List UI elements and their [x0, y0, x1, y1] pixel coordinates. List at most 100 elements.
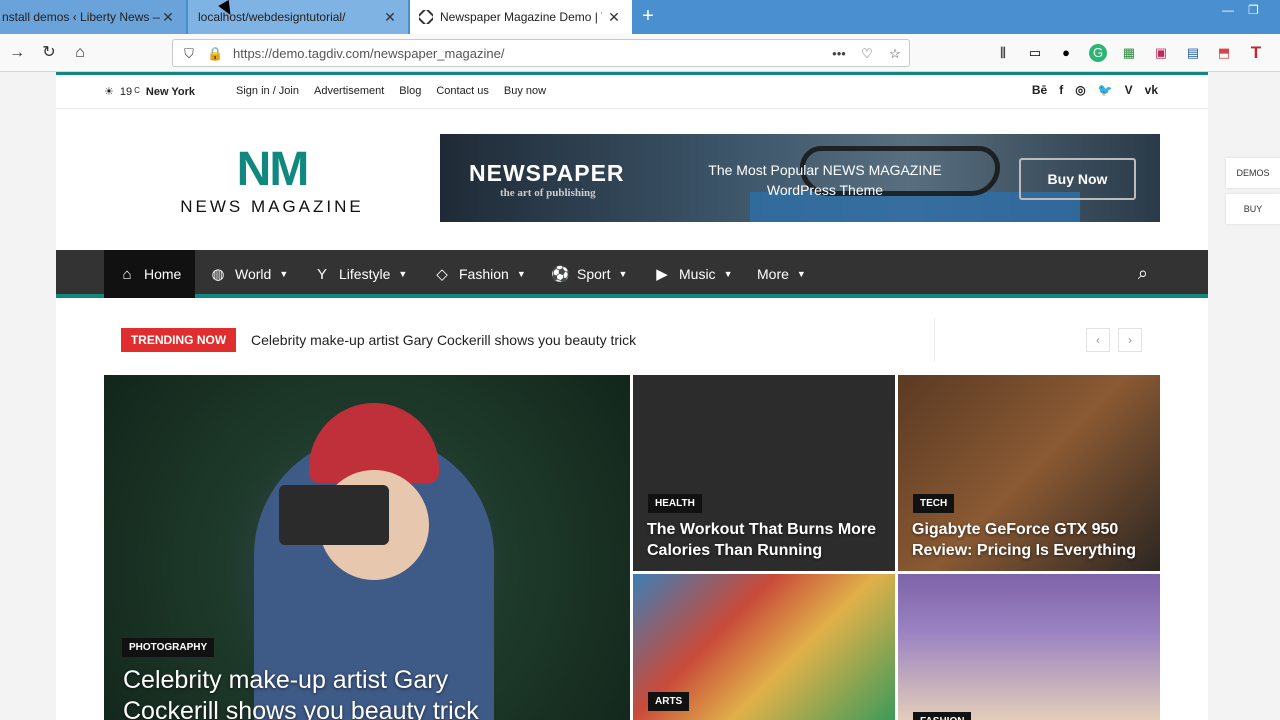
vk-icon[interactable]: vk [1145, 83, 1158, 97]
facebook-icon[interactable]: f [1059, 83, 1063, 97]
forward-icon[interactable]: → [6, 42, 28, 64]
nav-label: More [757, 266, 789, 282]
banner-buy-now-button[interactable]: Buy Now [1019, 158, 1136, 200]
tab-title: nstall demos ‹ Liberty News — [2, 10, 160, 24]
blog-link[interactable]: Blog [399, 85, 421, 97]
photo-camera-graphic [279, 485, 389, 545]
advertisement-link[interactable]: Advertisement [314, 85, 384, 97]
social-icons: Bē f ◎ 🐦 V vk [1032, 83, 1158, 97]
bookmark-star-icon[interactable]: ☆ [887, 46, 903, 62]
article-tile-tech[interactable]: TECH Gigabyte GeForce GTX 950 Review: Pr… [898, 375, 1160, 571]
instagram-icon[interactable]: ◎ [1075, 83, 1085, 97]
extension-icon[interactable]: ⬒ [1215, 44, 1233, 62]
chevron-down-icon: ▼ [796, 269, 806, 279]
next-arrow-icon[interactable]: › [1118, 328, 1142, 352]
category-badge[interactable]: PHOTOGRAPHY [122, 638, 215, 657]
chevron-down-icon: ▼ [279, 269, 289, 279]
logo-mark: NM [236, 143, 310, 196]
close-icon[interactable]: ✕ [382, 9, 398, 25]
banner-title: NEWSPAPER [469, 160, 625, 186]
chevron-down-icon: ▼ [398, 269, 408, 279]
shield-icon[interactable]: ⛉ [181, 46, 197, 62]
extension-icon[interactable]: ▦ [1120, 44, 1138, 62]
grammarly-icon[interactable]: G [1089, 44, 1107, 62]
sidebar-icon[interactable]: ▭ [1026, 44, 1044, 62]
nav-item-sport[interactable]: ⚽ Sport ▼ [551, 250, 627, 298]
category-badge[interactable]: TECH [913, 494, 955, 513]
chevron-down-icon: ▼ [618, 269, 628, 279]
diamond-icon: ◇ [436, 266, 448, 283]
url-path: /newspaper_magazine/ [370, 46, 505, 61]
article-tile-health[interactable]: HEALTH The Workout That Burns More Calor… [633, 375, 895, 571]
trending-bar: TRENDING NOW Celebrity make-up artist Ga… [56, 318, 1208, 362]
minimize-icon[interactable]: — [1222, 3, 1234, 17]
logo-name: NEWS MAGAZINE [180, 197, 364, 216]
demos-side-button[interactable]: DEMOS [1226, 158, 1280, 188]
weather-widget: ☀ 19 C New York [104, 85, 196, 99]
site-logo[interactable]: NM NEWS MAGAZINE [176, 143, 368, 217]
nav-label: Lifestyle [339, 266, 391, 282]
behance-icon[interactable]: Bē [1032, 83, 1047, 97]
sign-in-link[interactable]: Sign in / Join [236, 85, 299, 97]
divider [934, 318, 935, 362]
lock-icon[interactable]: 🔒 [207, 46, 223, 62]
buy-side-button[interactable]: BUY [1226, 194, 1280, 224]
browser-tab-newspaper-magazine[interactable]: Newspaper Magazine Demo | T ✕ [410, 0, 632, 34]
buy-now-link[interactable]: Buy now [504, 85, 546, 97]
ad-banner[interactable]: NEWSPAPER the art of publishing The Most… [440, 134, 1160, 222]
url-bar[interactable]: ⛉ 🔒 https://demo.tagdiv.com/newspaper_ma… [172, 39, 910, 67]
restore-icon[interactable]: ❐ [1248, 3, 1259, 17]
favicon-icon [419, 10, 433, 24]
nav-label: Music [679, 266, 716, 282]
temperature: 19 C [119, 85, 140, 98]
account-icon[interactable]: ● [1057, 44, 1075, 62]
article-title[interactable]: The Workout That Burns More Calories Tha… [647, 519, 883, 561]
extension-icon[interactable]: ▣ [1152, 44, 1170, 62]
nav-item-home[interactable]: ⌂ Home [104, 250, 196, 298]
nav-item-lifestyle[interactable]: Y Lifestyle ▼ [313, 250, 407, 298]
category-badge[interactable]: HEALTH [648, 494, 702, 513]
article-tile-fashion[interactable]: FASHION [898, 574, 1160, 720]
browser-toolbar: → ↻ ⌂ ⛉ 🔒 https://demo.tagdiv.com/newspa… [0, 34, 1280, 72]
article-title[interactable]: Celebrity make-up artist Gary Cockerill … [123, 665, 543, 720]
nav-label: World [235, 266, 272, 282]
nav-item-world[interactable]: ◍ World ▼ [209, 250, 288, 298]
trending-headline[interactable]: Celebrity make-up artist Gary Cockerill … [251, 332, 636, 348]
main-navigation: ⌂ Home ◍ World ▼ Y Lifestyle ▼ ◇ Fashion… [56, 250, 1208, 298]
pocket-icon[interactable]: ♡ [859, 46, 875, 62]
banner-subtitle: the art of publishing [500, 187, 596, 199]
vimeo-icon[interactable]: V [1125, 83, 1133, 97]
city-name: New York [145, 85, 196, 98]
url-text[interactable]: https://demo.tagdiv.com/newspaper_magazi… [233, 46, 504, 61]
contact-us-link[interactable]: Contact us [436, 85, 489, 97]
close-icon[interactable]: ✕ [606, 9, 622, 25]
library-icon[interactable]: ⫼ [994, 44, 1012, 62]
article-title[interactable]: Gigabyte GeForce GTX 950 Review: Pricing… [912, 519, 1148, 561]
play-icon: ▶ [656, 266, 668, 283]
nav-label: Home [144, 266, 182, 282]
nav-item-music[interactable]: ▶ Music ▼ [653, 250, 732, 298]
extension-t-icon[interactable]: T [1247, 44, 1265, 62]
category-badge[interactable]: FASHION [913, 712, 972, 720]
article-tile-arts[interactable]: ARTS [633, 574, 895, 720]
reload-icon[interactable]: ↻ [38, 42, 60, 64]
temperature-unit: C [134, 85, 140, 95]
chevron-down-icon: ▼ [723, 269, 733, 279]
close-icon[interactable]: ✕ [160, 9, 176, 25]
top-bar: ☀ 19 C New York Sign in / Join Advertisem… [56, 75, 1208, 109]
extension-icon[interactable]: ▤ [1184, 44, 1202, 62]
browser-tab-install-demos[interactable]: nstall demos ‹ Liberty News — ✕ [0, 0, 186, 34]
new-tab-button[interactable]: + [638, 6, 658, 28]
nav-item-fashion[interactable]: ◇ Fashion ▼ [433, 250, 526, 298]
featured-article-tile[interactable]: PHOTOGRAPHY Celebrity make-up artist Gar… [104, 375, 630, 720]
prev-arrow-icon[interactable]: ‹ [1086, 328, 1110, 352]
nav-item-more[interactable]: More ▼ [757, 250, 806, 298]
twitter-icon[interactable]: 🐦 [1098, 83, 1113, 97]
search-icon[interactable]: ⌕ [1138, 263, 1148, 284]
home-icon[interactable]: ⌂ [69, 42, 91, 64]
category-badge[interactable]: ARTS [648, 692, 690, 711]
more-actions-icon[interactable]: ••• [831, 46, 847, 62]
home-icon: ⌂ [122, 265, 132, 283]
tab-title: Newspaper Magazine Demo | T [440, 10, 602, 24]
soccer-ball-icon: ⚽ [551, 266, 570, 283]
